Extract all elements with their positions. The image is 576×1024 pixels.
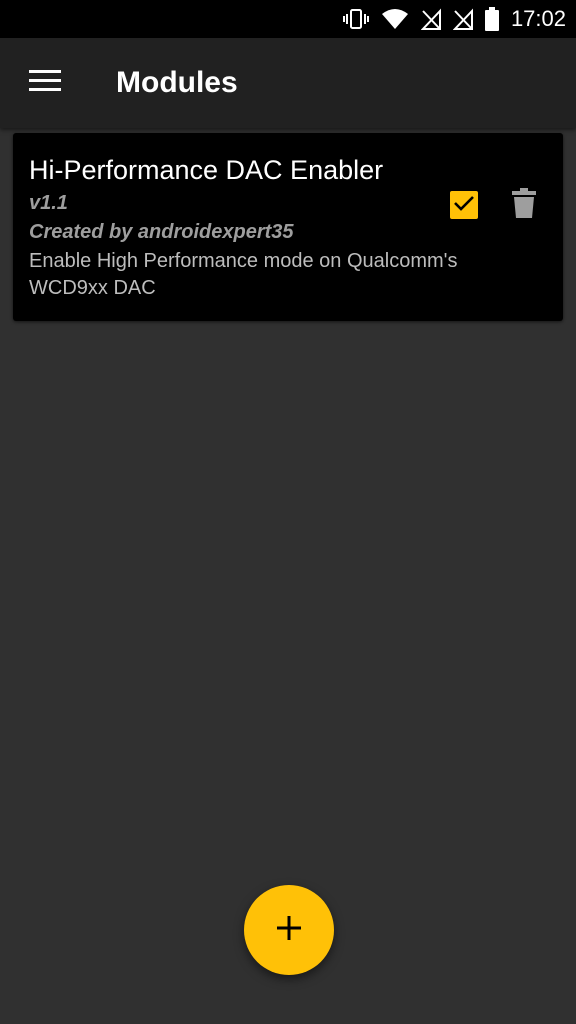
module-author: Created by androidexpert35	[29, 221, 294, 243]
module-card[interactable]: Hi-Performance DAC Enabler v1.1 Created …	[13, 133, 563, 321]
battery-icon	[484, 7, 499, 31]
wifi-icon	[381, 8, 409, 30]
checkmark-icon	[453, 194, 475, 217]
module-description: Enable High Performance mode on Qualcomm…	[29, 250, 458, 299]
status-bar: 17:02	[0, 0, 576, 38]
plus-icon	[277, 915, 301, 945]
sim-1-no-signal-icon	[420, 8, 441, 30]
module-enabled-checkbox[interactable]	[450, 191, 478, 219]
status-time: 17:02	[510, 6, 566, 31]
hamburger-menu-icon	[29, 69, 61, 97]
page-title: Modules	[116, 66, 238, 99]
add-module-button[interactable]	[244, 885, 334, 975]
vibrate-icon	[342, 8, 369, 30]
menu-button[interactable]	[15, 53, 75, 113]
trash-icon	[512, 187, 536, 223]
module-name: Hi-Performance DAC Enabler	[29, 155, 384, 185]
app-bar: Modules	[0, 38, 576, 128]
sim-2-no-signal-icon	[452, 8, 473, 30]
delete-module-button[interactable]	[507, 187, 541, 223]
